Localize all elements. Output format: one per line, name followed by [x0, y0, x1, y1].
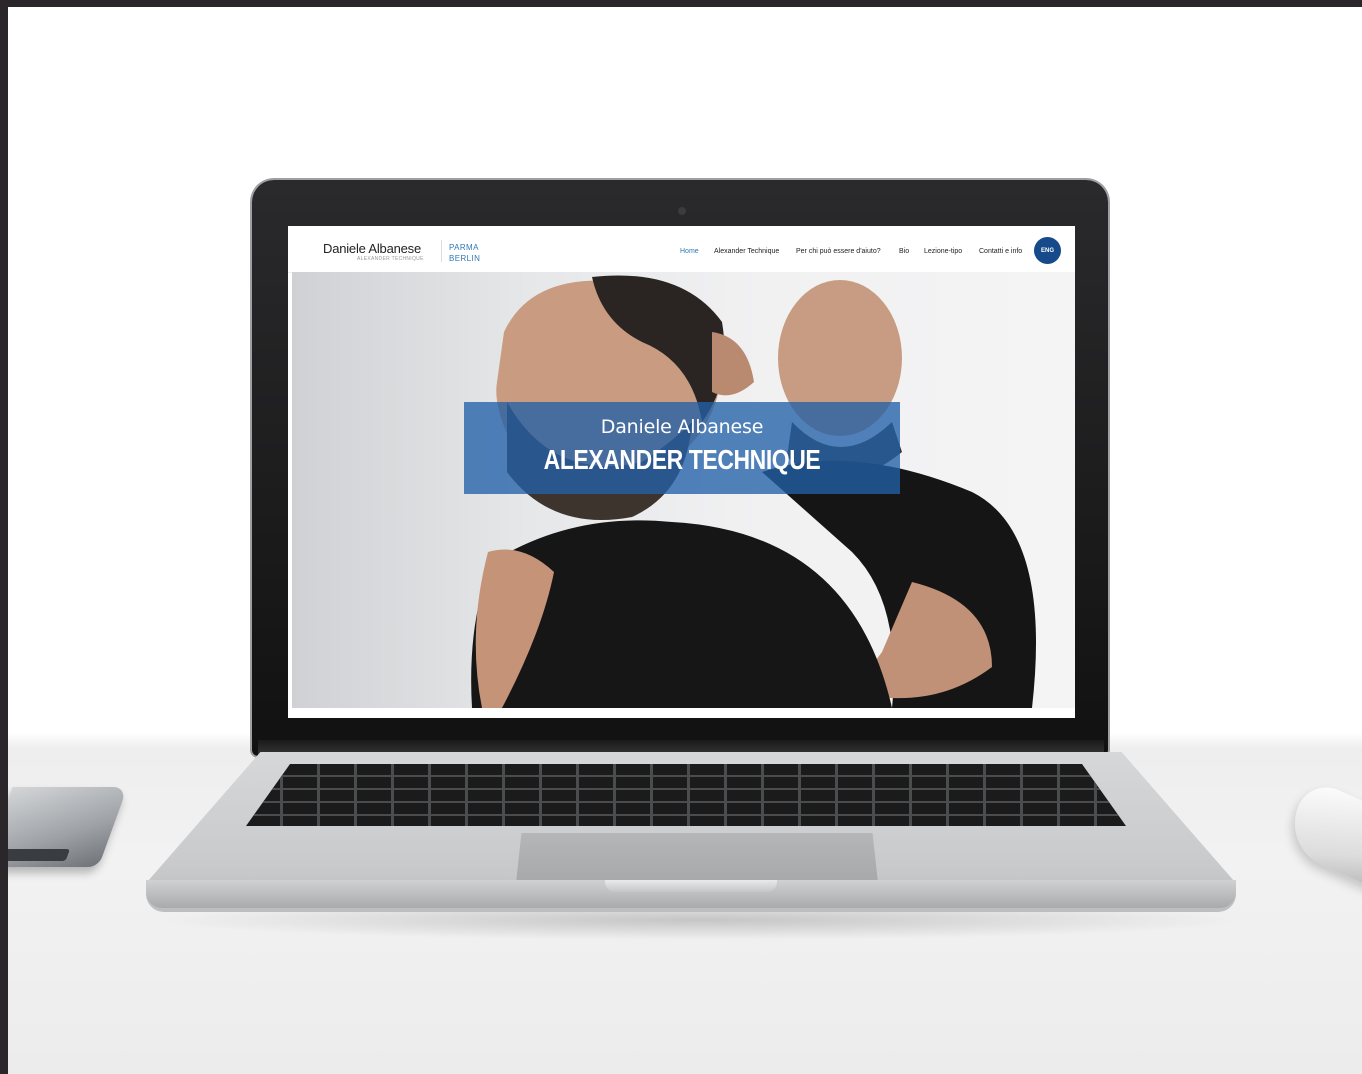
hero-banner: Daniele Albanese ALEXANDER TECHNIQUE: [292, 272, 1075, 708]
laptop-keyboard: [246, 764, 1126, 826]
webcam-icon: [678, 207, 686, 215]
laptop-opening-notch: [605, 880, 777, 892]
site-logo[interactable]: Daniele Albanese: [323, 241, 421, 256]
hero-title: ALEXANDER TECHNIQUE: [543, 444, 821, 475]
hero-subtitle: Daniele Albanese: [600, 416, 764, 438]
screen-bottom-strip: [288, 708, 1075, 718]
language-switch-button[interactable]: ENG: [1034, 237, 1061, 264]
smartphone-image: [8, 787, 128, 867]
site-header: Daniele Albanese ALEXANDER TECHNIQUE PAR…: [288, 226, 1075, 273]
nav-bio[interactable]: Bio: [899, 248, 909, 255]
hand-at-ear: [712, 332, 754, 396]
nav-alexander-technique[interactable]: Alexander Technique: [714, 248, 779, 255]
city-berlin: BERLIN: [449, 254, 481, 263]
nav-lezione-tipo[interactable]: Lezione-tipo: [924, 248, 962, 255]
hero-title-box: Daniele Albanese ALEXANDER TECHNIQUE: [464, 402, 900, 494]
laptop-trackpad: [516, 833, 878, 883]
nav-contatti[interactable]: Contatti e info: [979, 248, 1022, 255]
logo-divider: [441, 240, 442, 262]
nav-per-chi[interactable]: Per chi può essere d'aiuto?: [796, 248, 881, 255]
laptop-screen: Daniele Albanese ALEXANDER TECHNIQUE PAR…: [288, 226, 1075, 718]
city-parma: PARMA: [449, 243, 479, 252]
mouse-image: [1280, 777, 1362, 892]
nav-home[interactable]: Home: [680, 248, 699, 255]
site-logo-subtitle: ALEXANDER TECHNIQUE: [357, 256, 424, 262]
